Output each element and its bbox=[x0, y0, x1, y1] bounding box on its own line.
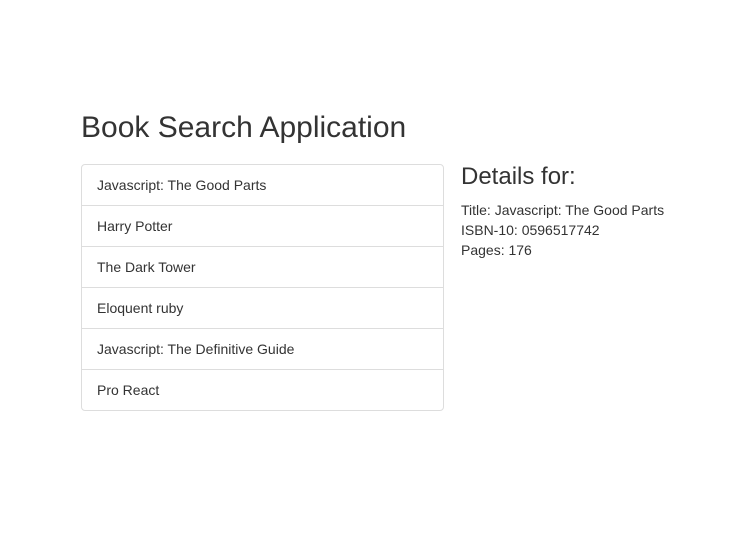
page-title: Book Search Application bbox=[81, 111, 407, 144]
details-heading: Details for: bbox=[461, 163, 576, 190]
details-pages: Pages: 176 bbox=[461, 242, 532, 258]
details-title: Title: Javascript: The Good Parts bbox=[461, 202, 665, 218]
book-list-item[interactable]: The Dark Tower bbox=[82, 246, 443, 287]
book-list-item[interactable]: Harry Potter bbox=[82, 205, 443, 246]
book-list-item[interactable]: Eloquent ruby bbox=[82, 287, 443, 328]
book-list-item[interactable]: Javascript: The Good Parts bbox=[82, 165, 443, 205]
details-content: Title: Javascript: The Good Parts ISBN-1… bbox=[461, 200, 721, 260]
book-list-item[interactable]: Pro React bbox=[82, 369, 443, 410]
details-isbn: ISBN-10: 0596517742 bbox=[461, 222, 600, 238]
book-list: Javascript: The Good Parts Harry Potter … bbox=[81, 164, 444, 411]
book-list-item[interactable]: Javascript: The Definitive Guide bbox=[82, 328, 443, 369]
details-panel: Details for: Title: Javascript: The Good… bbox=[461, 160, 721, 260]
